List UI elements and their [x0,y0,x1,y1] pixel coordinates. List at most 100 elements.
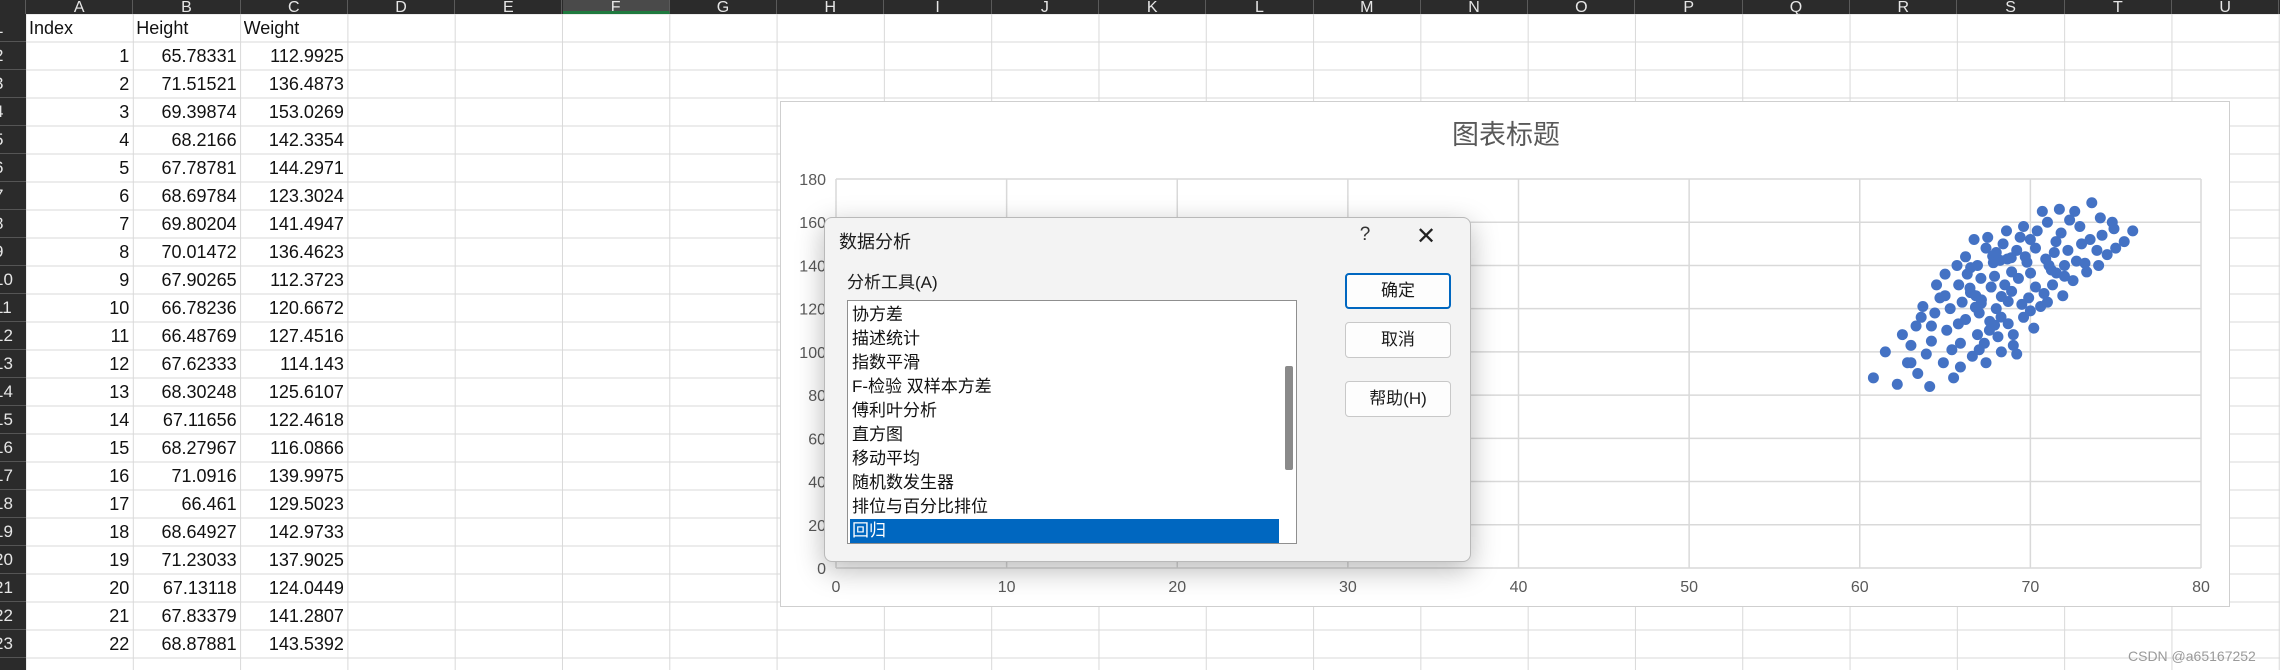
data-cell[interactable]: 136.4623 [244,238,344,266]
data-cell[interactable]: 124.0449 [244,574,344,602]
data-cell[interactable]: 141.2807 [244,602,344,630]
help-icon[interactable]: ? [1353,224,1377,246]
row-header-20[interactable]: 20 [0,546,26,574]
data-cell[interactable]: 127.4516 [244,322,344,350]
data-cell[interactable]: 68.30248 [136,378,237,406]
data-cell[interactable]: 125.6107 [244,378,344,406]
header-cell[interactable]: Weight [244,14,344,42]
data-cell[interactable]: 116.0866 [244,434,344,462]
data-cell[interactable]: 5 [29,154,129,182]
data-cell[interactable]: 66.461 [136,490,237,518]
data-cell[interactable]: 71.51521 [136,70,237,98]
select-all-corner[interactable] [0,0,26,14]
data-cell[interactable]: 68.64927 [136,518,237,546]
help-button[interactable]: 帮助(H) [1345,381,1451,417]
column-header-j[interactable]: J [992,0,1099,14]
column-header-d[interactable]: D [348,0,456,14]
data-cell[interactable]: 129.5023 [244,490,344,518]
row-header-6[interactable]: 6 [0,154,26,182]
row-header-23[interactable]: 23 [0,630,26,658]
data-cell[interactable]: 123.3024 [244,182,344,210]
data-cell[interactable]: 67.83379 [136,602,237,630]
analysis-tool-item[interactable]: 移动平均 [850,447,1296,471]
row-header-7[interactable]: 7 [0,182,26,210]
column-header-g[interactable]: G [670,0,778,14]
data-cell[interactable]: 11 [29,322,130,350]
column-header-q[interactable]: Q [1743,0,1851,14]
row-header-4[interactable]: 4 [0,98,26,126]
row-header-2[interactable]: 2 [0,42,26,70]
row-header-3[interactable]: 3 [0,70,26,98]
data-cell[interactable]: 137.9025 [244,546,344,574]
data-cell[interactable]: 122.4618 [244,406,344,434]
column-header-c[interactable]: C [241,0,348,14]
row-header-13[interactable]: 13 [0,350,26,378]
cancel-button[interactable]: 取消 [1345,322,1451,358]
data-cell[interactable]: 67.62333 [136,350,237,378]
data-cell[interactable]: 3 [29,98,129,126]
analysis-tool-item[interactable]: F-检验 双样本方差 [850,375,1296,399]
data-cell[interactable]: 142.9733 [244,518,344,546]
column-header-o[interactable]: O [1528,0,1636,14]
column-header-l[interactable]: L [1206,0,1314,14]
column-header-b[interactable]: B [133,0,241,14]
data-cell[interactable]: 17 [29,490,129,518]
data-cell[interactable]: 71.23033 [136,546,237,574]
data-cell[interactable]: 69.80204 [136,210,237,238]
data-cell[interactable]: 2 [29,70,129,98]
row-header-9[interactable]: 9 [0,238,26,266]
data-cell[interactable]: 21 [29,602,129,630]
column-header-e[interactable]: E [455,0,563,14]
analysis-tool-item[interactable]: 直方图 [850,423,1296,447]
data-cell[interactable]: 67.90265 [136,266,237,294]
row-header-21[interactable]: 21 [0,574,26,602]
data-cell[interactable]: 71.0916 [136,462,237,490]
header-cell[interactable]: Index [29,14,129,42]
header-cell[interactable]: Height [136,14,236,42]
data-cell[interactable]: 143.5392 [244,630,344,658]
row-header-16[interactable]: 16 [0,434,26,462]
row-header-8[interactable]: 8 [0,210,26,238]
data-cell[interactable]: 69.39874 [136,98,237,126]
data-cell[interactable]: 8 [29,238,129,266]
data-cell[interactable]: 9 [29,266,129,294]
data-cell[interactable]: 66.48769 [136,322,237,350]
scrollbar-thumb[interactable] [1285,366,1293,470]
column-header-t[interactable]: T [2065,0,2172,14]
close-button[interactable]: ✕ [1409,222,1443,252]
ok-button[interactable]: 确定 [1345,273,1451,309]
row-header-11[interactable]: 11 [0,294,26,322]
data-cell[interactable]: 67.78781 [136,154,237,182]
data-cell[interactable]: 19 [29,546,129,574]
data-cell[interactable]: 68.2166 [136,126,237,154]
column-header-n[interactable]: N [1421,0,1529,14]
data-cell[interactable]: 114.143 [244,350,344,378]
data-cell[interactable]: 1 [29,42,129,70]
data-cell[interactable]: 4 [29,126,129,154]
data-cell[interactable]: 142.3354 [244,126,344,154]
data-cell[interactable]: 144.2971 [244,154,344,182]
data-cell[interactable]: 68.69784 [136,182,237,210]
column-header-k[interactable]: K [1099,0,1207,14]
analysis-tool-item[interactable]: 描述统计 [850,327,1296,351]
row-header-19[interactable]: 19 [0,518,26,546]
row-header-18[interactable]: 18 [0,490,26,518]
analysis-tools-listbox[interactable]: 协方差 描述统计 指数平滑 F-检验 双样本方差 傅利叶分析 直方图 移动平均 随机数发生器排… [847,300,1297,544]
data-cell[interactable]: 12 [29,350,129,378]
column-header-i[interactable]: I [884,0,992,14]
row-header-1[interactable]: 1 [0,14,26,42]
data-cell[interactable]: 136.4873 [244,70,344,98]
column-header-p[interactable]: P [1636,0,1743,14]
data-cell[interactable]: 6 [29,182,129,210]
data-cell[interactable]: 70.01472 [136,238,237,266]
row-header-22[interactable]: 22 [0,602,26,630]
data-cell[interactable]: 18 [29,518,129,546]
column-header-r[interactable]: R [1850,0,1958,14]
row-header-10[interactable]: 10 [0,266,26,294]
data-cell[interactable]: 112.3723 [244,266,344,294]
data-cell[interactable]: 68.87881 [136,630,237,658]
analysis-tool-item[interactable]: 傅利叶分析 [850,399,1296,423]
data-cell[interactable]: 153.0269 [244,98,344,126]
column-header-u[interactable]: U [2172,0,2280,14]
data-cell[interactable]: 66.78236 [136,294,237,322]
